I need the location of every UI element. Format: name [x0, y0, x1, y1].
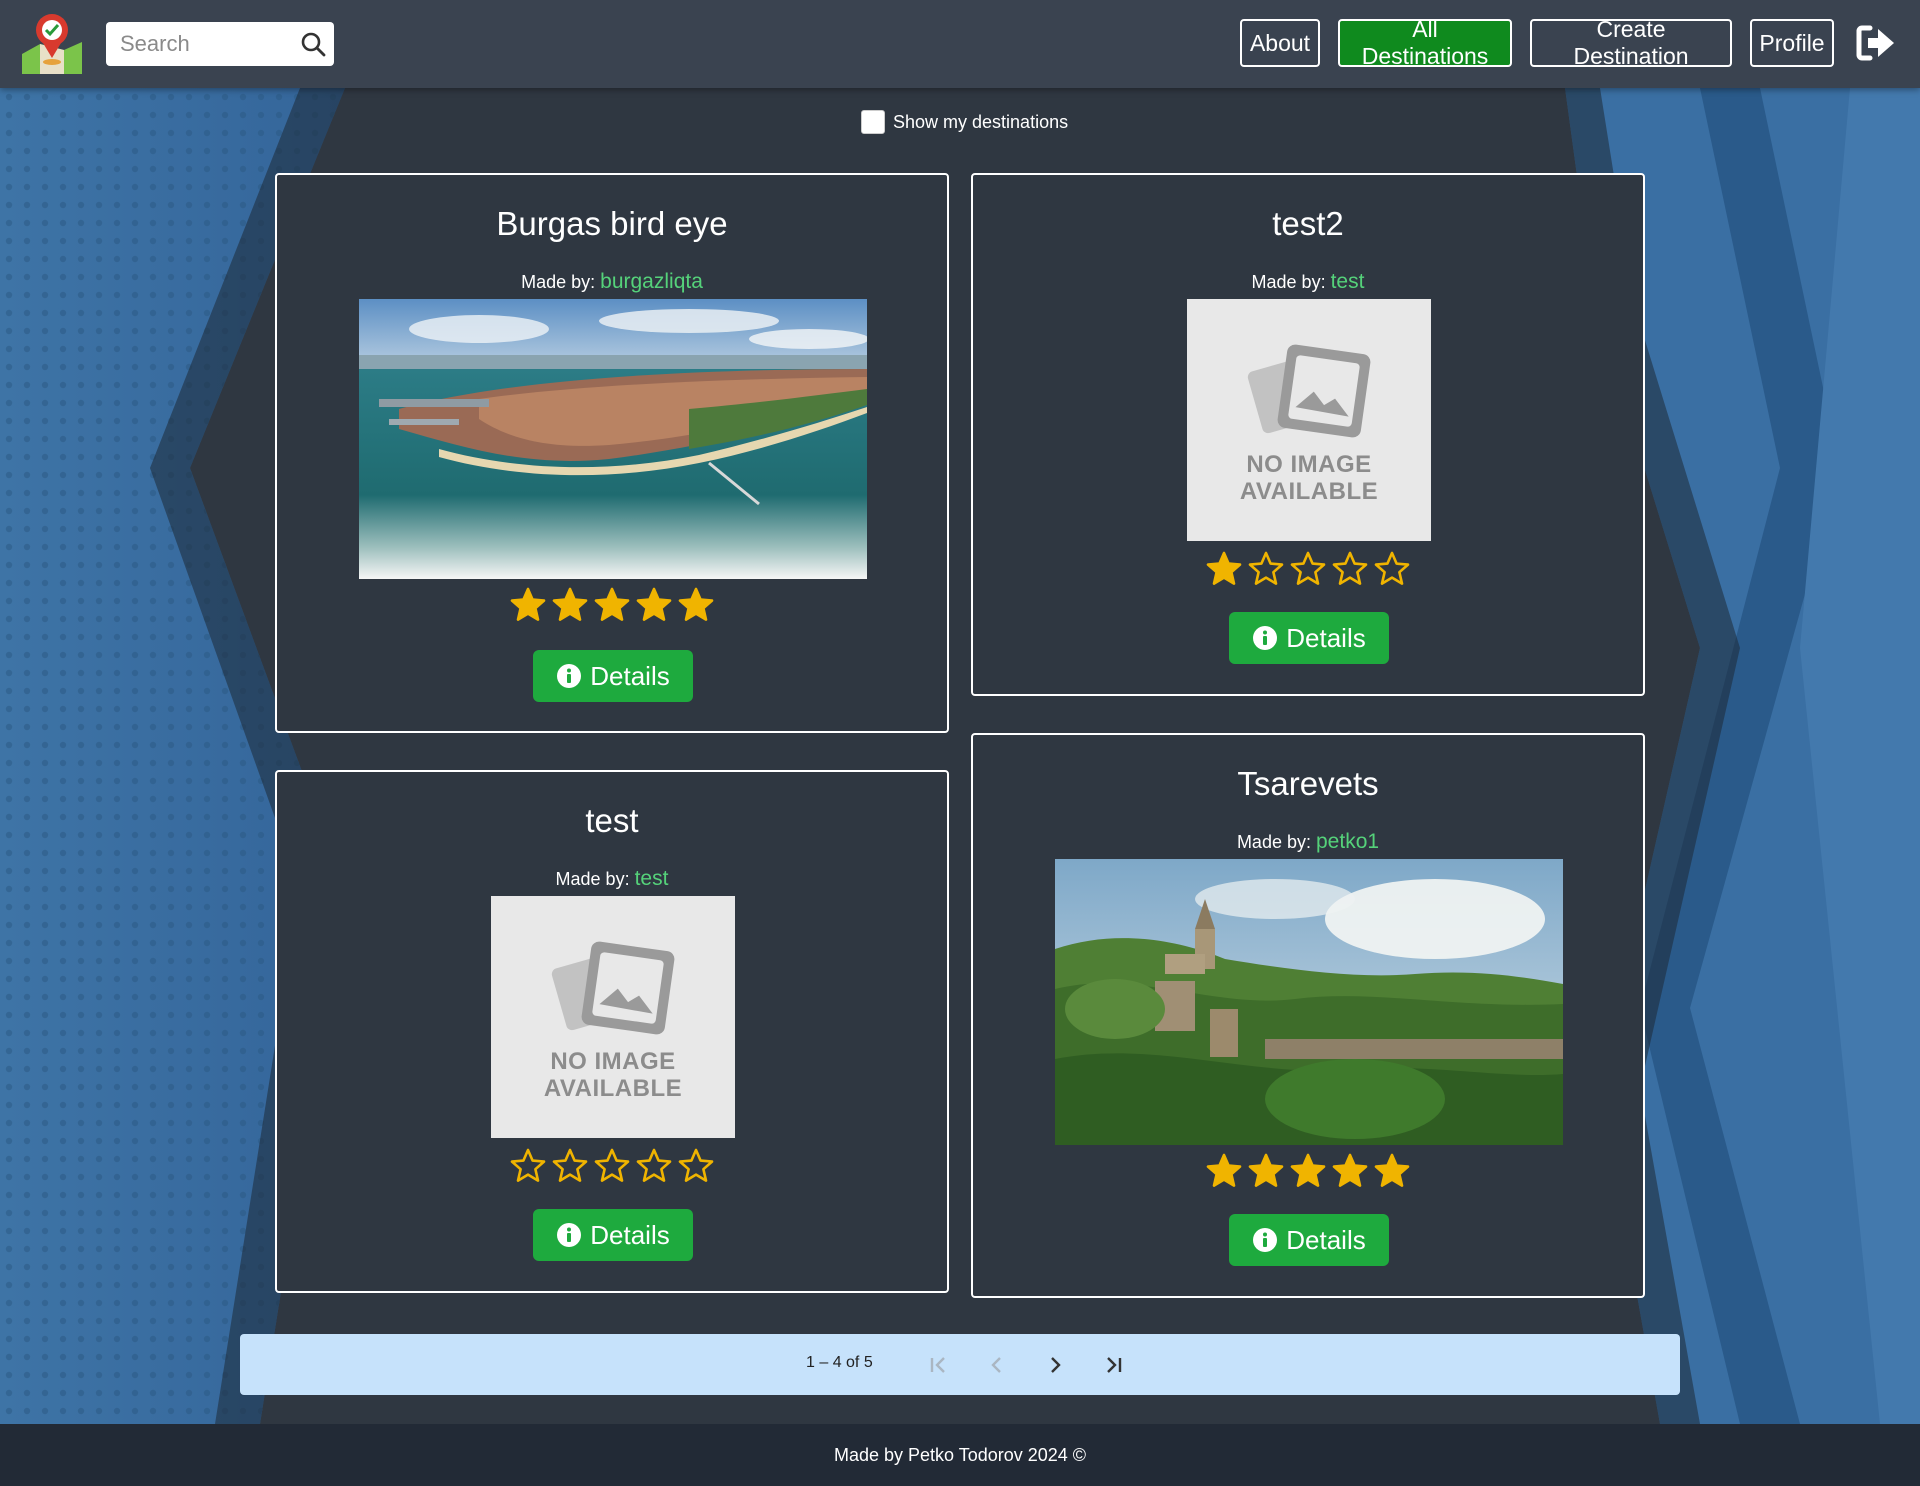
no-image-placeholder: NO IMAGE AVAILABLE — [491, 896, 735, 1138]
rating-stars — [277, 1148, 947, 1184]
made-by: Made by: test — [277, 867, 947, 891]
star-empty-icon[interactable] — [1374, 551, 1410, 587]
destination-card: test Made by: test NO IMAGE AVAILABLE De… — [275, 770, 949, 1293]
show-my-destinations-label: Show my destinations — [893, 111, 1069, 132]
paginator: 1 – 4 of 5 — [240, 1334, 1680, 1395]
details-label: Details — [1286, 1224, 1366, 1255]
first-page-icon[interactable] — [922, 1348, 956, 1382]
rating-stars — [973, 551, 1643, 587]
logout-icon[interactable] — [1856, 24, 1896, 62]
show-my-destinations-filter[interactable]: Show my destinations — [861, 110, 1068, 134]
show-my-destinations-checkbox[interactable] — [861, 110, 885, 134]
footer-text: Made by Petko Todorov 2024 © — [833, 1444, 1087, 1465]
details-label: Details — [590, 1219, 670, 1250]
info-icon — [1253, 626, 1278, 650]
made-by-label: Made by: — [1236, 832, 1311, 852]
card-title: test — [585, 802, 639, 839]
star-filled-icon[interactable] — [1248, 1153, 1284, 1189]
details-button[interactable]: Details — [533, 650, 693, 702]
previous-page-icon[interactable] — [980, 1348, 1014, 1382]
search-icon[interactable] — [300, 31, 326, 57]
star-filled-icon[interactable] — [1332, 1153, 1368, 1189]
no-image-placeholder: NO IMAGE AVAILABLE — [1187, 299, 1431, 541]
made-by: Made by: test — [973, 270, 1643, 294]
search-box[interactable] — [106, 22, 334, 66]
star-empty-icon[interactable] — [636, 1148, 672, 1184]
next-page-icon[interactable] — [1038, 1348, 1072, 1382]
details-button[interactable]: Details — [1229, 612, 1389, 664]
star-empty-icon[interactable] — [1332, 551, 1368, 587]
made-by-label: Made by: — [555, 869, 630, 889]
star-empty-icon[interactable] — [552, 1148, 588, 1184]
nav-all-destinations-button[interactable]: All Destinations — [1338, 16, 1512, 69]
info-icon — [557, 1223, 582, 1247]
star-filled-icon[interactable] — [636, 587, 672, 623]
footer: Made by Petko Todorov 2024 © — [0, 1424, 1920, 1486]
destination-card: Tsarevets Made by: petko1 Details — [971, 733, 1645, 1298]
author-link[interactable]: burgazliqta — [600, 270, 703, 293]
star-filled-icon[interactable] — [1206, 551, 1242, 587]
star-empty-icon[interactable] — [1248, 551, 1284, 587]
star-filled-icon[interactable] — [678, 587, 714, 623]
nav-profile-button[interactable]: Profile — [1750, 19, 1834, 67]
star-filled-icon[interactable] — [1206, 1153, 1242, 1189]
rating-stars — [973, 1153, 1643, 1189]
details-label: Details — [590, 660, 670, 691]
destination-image — [1055, 859, 1563, 1145]
star-empty-icon[interactable] — [1290, 551, 1326, 587]
no-image-text: NO IMAGE AVAILABLE — [1239, 451, 1379, 505]
search-input[interactable] — [106, 31, 286, 57]
paginator-range-label: 1 – 4 of 5 — [806, 1354, 873, 1371]
author-link[interactable]: test — [635, 867, 669, 890]
card-title: Burgas bird eye — [496, 205, 728, 242]
destination-image — [359, 299, 867, 579]
no-image-text: NO IMAGE AVAILABLE — [543, 1048, 683, 1102]
destination-card: Burgas bird eye Made by: burgazliqta Det… — [275, 173, 949, 733]
last-page-icon[interactable] — [1096, 1348, 1130, 1382]
nav-about-button[interactable]: About — [1240, 19, 1320, 67]
author-link[interactable]: petko1 — [1316, 830, 1379, 853]
details-label: Details — [1286, 622, 1366, 653]
card-title: test2 — [1272, 205, 1344, 242]
info-icon — [1253, 1228, 1278, 1252]
rating-stars — [277, 587, 947, 623]
info-icon — [557, 664, 582, 688]
details-button[interactable]: Details — [533, 1209, 693, 1261]
made-by-label: Made by: — [1251, 272, 1326, 292]
star-empty-icon[interactable] — [678, 1148, 714, 1184]
star-filled-icon[interactable] — [552, 587, 588, 623]
image-placeholder-icon — [551, 941, 675, 1035]
star-filled-icon[interactable] — [1374, 1153, 1410, 1189]
star-filled-icon[interactable] — [594, 587, 630, 623]
map-pin-logo-icon[interactable] — [18, 10, 86, 78]
nav-create-destination-button[interactable]: Create Destination — [1530, 16, 1732, 69]
image-placeholder-icon — [1247, 344, 1371, 438]
star-filled-icon[interactable] — [510, 587, 546, 623]
star-filled-icon[interactable] — [1290, 1153, 1326, 1189]
made-by: Made by: petko1 — [973, 830, 1643, 854]
author-link[interactable]: test — [1331, 270, 1365, 293]
card-title: Tsarevets — [1237, 765, 1379, 802]
details-button[interactable]: Details — [1229, 1214, 1389, 1266]
star-empty-icon[interactable] — [594, 1148, 630, 1184]
destination-card: test2 Made by: test NO IMAGE AVAILABLE D… — [971, 173, 1645, 696]
star-empty-icon[interactable] — [510, 1148, 546, 1184]
top-navbar: About All Destinations Create Destinatio… — [0, 0, 1920, 88]
made-by: Made by: burgazliqta — [277, 270, 947, 294]
made-by-label: Made by: — [521, 272, 596, 292]
